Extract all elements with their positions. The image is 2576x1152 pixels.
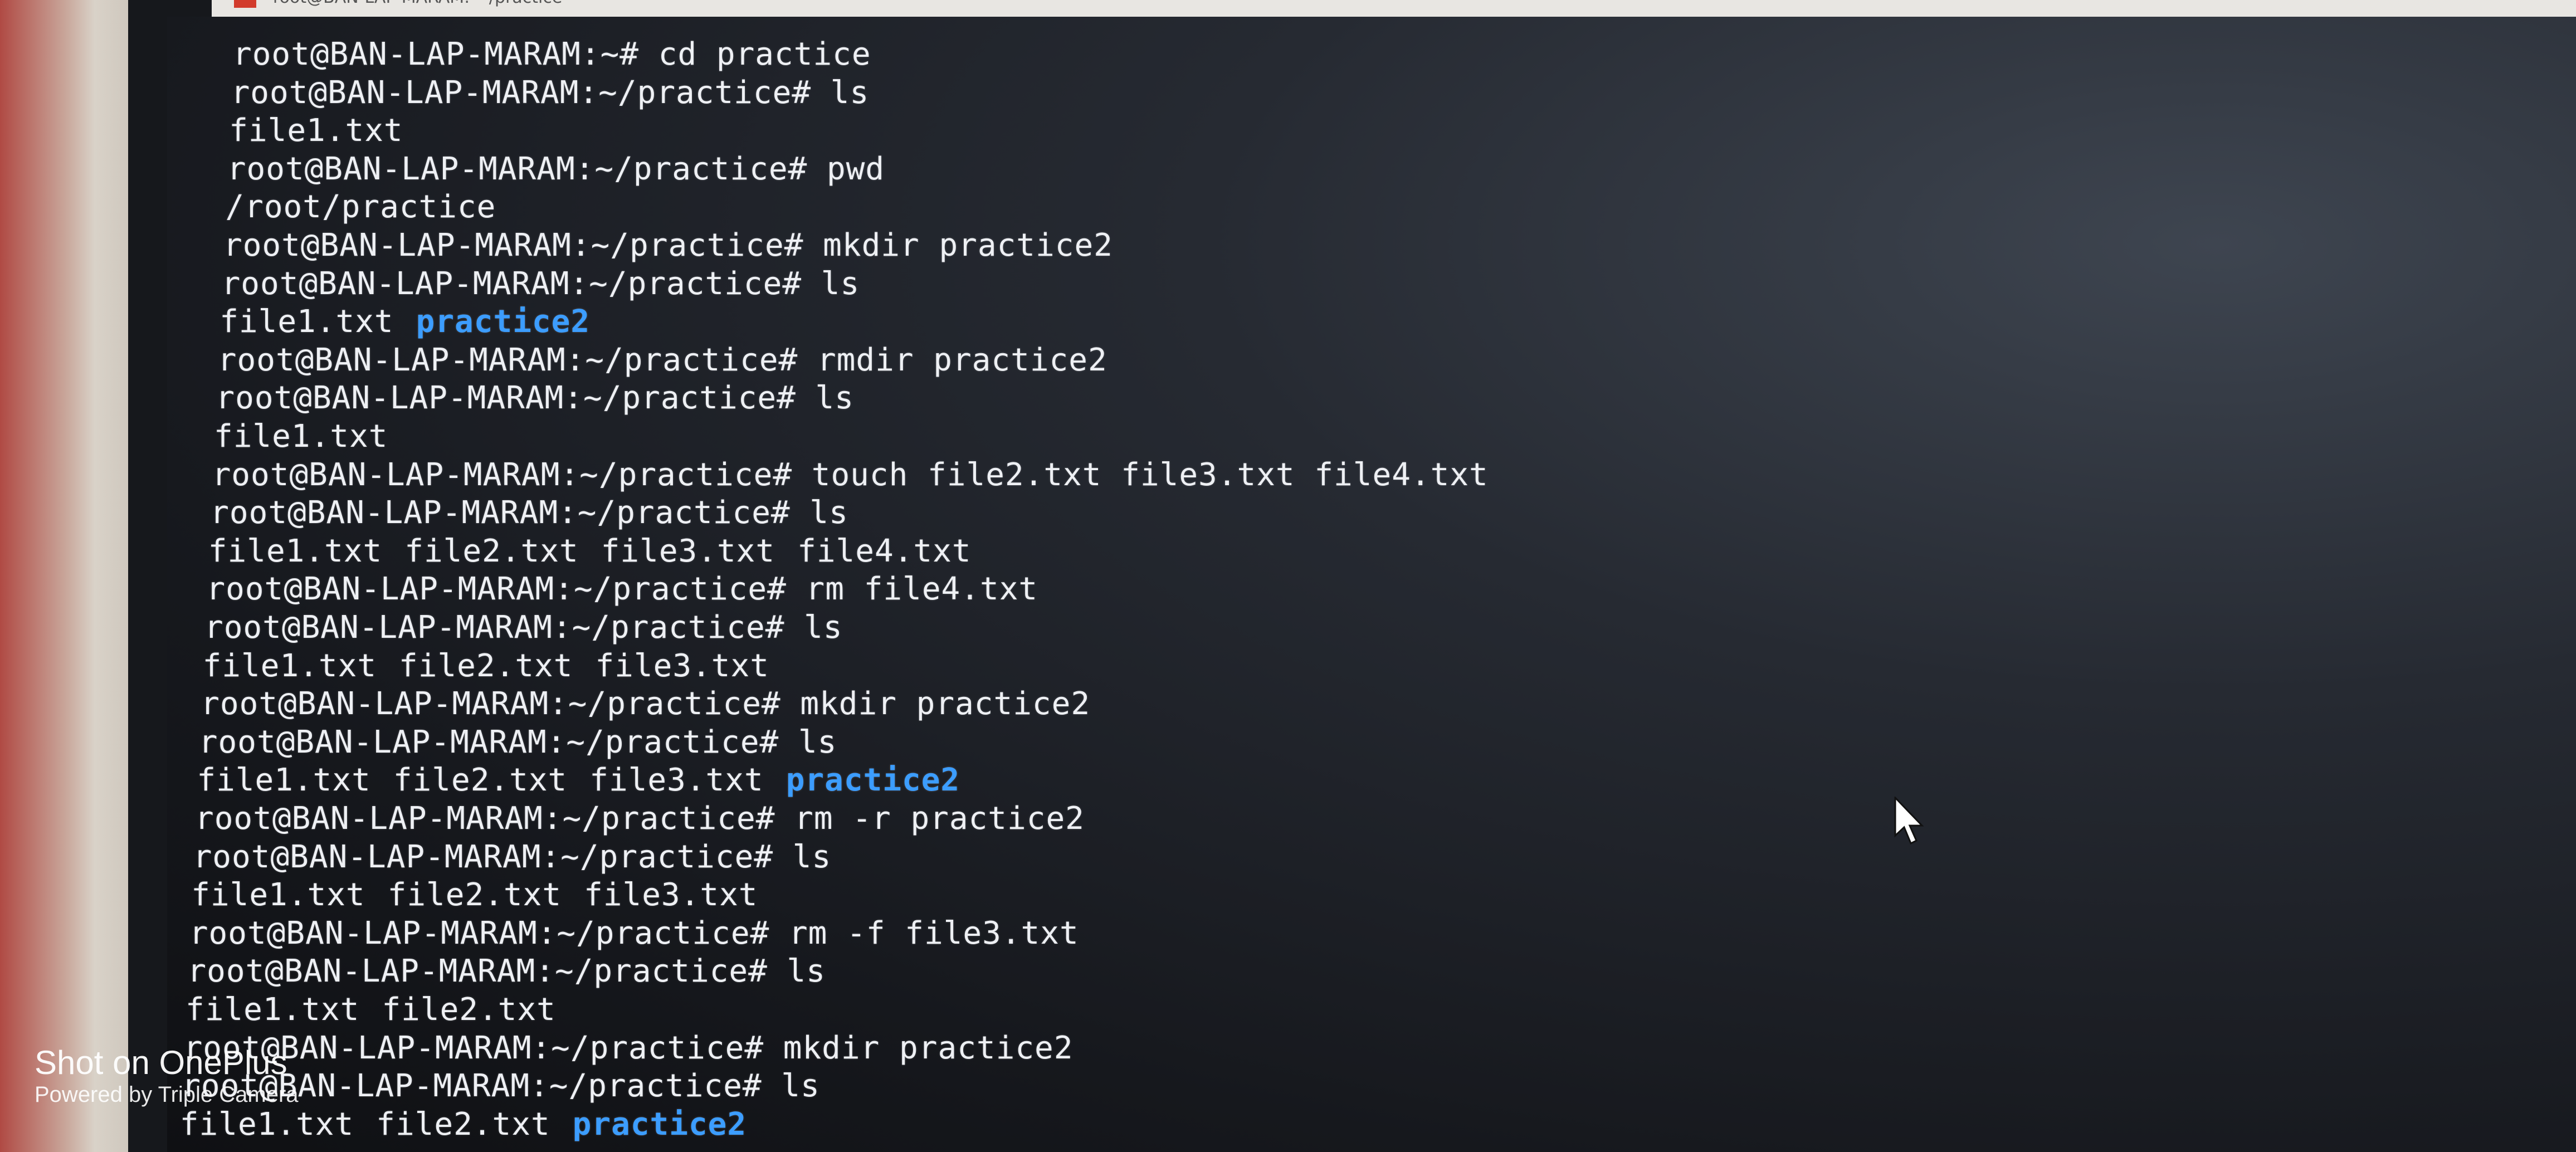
terminal-command-line: root@BAN-LAP-MARAM:~/practice# pwd (227, 150, 885, 187)
terminal-command-line: root@BAN-LAP-MARAM:~/practice# touch fil… (212, 456, 1489, 493)
directory-entry: practice2 (786, 762, 960, 799)
file-entry: file3.txt (595, 647, 769, 684)
file-entry: file3.txt (584, 877, 758, 914)
window-titlebar[interactable]: root@BAN-LAP-MARAM: ~/practice (212, 0, 2576, 17)
file-entry: file2.txt (404, 533, 579, 569)
terminal-command-line: root@BAN-LAP-MARAM:~/practice# rm -r pra… (195, 800, 1085, 837)
file-entry: file1.txt (214, 418, 388, 455)
terminal-command-line: root@BAN-LAP-MARAM:~/practice# ls (193, 838, 832, 875)
file-entry: file1.txt (191, 877, 365, 914)
file-entry: /root/practice (225, 189, 496, 226)
terminal-command-line: root@BAN-LAP-MARAM:~/practice# mkdir pra… (183, 1029, 1074, 1066)
file-entry: file3.txt (601, 533, 775, 569)
file-entry: file3.txt (589, 762, 764, 799)
file-entry: file2.txt (387, 877, 562, 914)
terminal-output: root@BAN-LAP-MARAM:~# cd practice root@BA… (167, 17, 2576, 1152)
terminal-output-line: file1.txt file2.txt file3.txt practice2 (197, 763, 960, 798)
terminal-output-line: /root/practice (225, 189, 496, 225)
terminal-command-line: root@BAN-LAP-MARAM:~# cd practice (233, 36, 871, 72)
file-entry: file1.txt (179, 1106, 354, 1143)
directory-entry: practice2 (416, 304, 591, 340)
file-entry: file1.txt (186, 992, 360, 1028)
terminal-output-line: file1.txt file2.txt practice2 (179, 1106, 747, 1143)
terminal-command-line: root@BAN-LAP-MARAM:~/practice# ls (187, 953, 826, 990)
terminal-command-line: root@BAN-LAP-MARAM:~/practice# ls (198, 724, 837, 760)
file-entry: file2.txt (376, 1106, 550, 1143)
terminal-command-line: root@BAN-LAP-MARAM:~/practice# ls (204, 609, 843, 646)
terminal-app-icon (234, 0, 256, 8)
terminal-output-line: file1.txt file2.txt file3.txt file4.txt (208, 533, 972, 569)
terminal-window[interactable]: root@BAN-LAP-MARAM:~# cd practice root@BA… (167, 17, 2576, 1152)
camera-watermark: Shot on OnePlus Powered by Triple Camera (35, 1044, 299, 1108)
terminal-command-line: root@BAN-LAP-MARAM:~/practice# ls (221, 265, 860, 302)
terminal-output-line: file1.txt file2.txt file3.txt (203, 648, 769, 684)
file-entry: file1.txt (208, 533, 383, 569)
terminal-command-line: root@BAN-LAP-MARAM:~/practice# mkdir pra… (201, 686, 1091, 723)
directory-entry: practice2 (572, 1106, 747, 1143)
terminal-command-line: root@BAN-LAP-MARAM:~/practice# mkdir pra… (223, 227, 1113, 263)
terminal-output-line: file1.txt file2.txt (186, 992, 556, 1028)
terminal-command-line: root@BAN-LAP-MARAM:~/practice# rm file4.… (206, 571, 1038, 608)
file-entry: file1.txt (219, 304, 394, 340)
file-entry: file1.txt (197, 762, 371, 799)
file-entry: file1.txt (202, 647, 377, 684)
file-entry: file2.txt (393, 762, 568, 799)
file-entry: file4.txt (797, 533, 972, 569)
terminal-command-line: root@BAN-LAP-MARAM:~/practice# ls (231, 74, 870, 111)
file-entry: file2.txt (382, 992, 556, 1028)
terminal-output-line: file1.txt (229, 113, 403, 149)
watermark-title: Shot on OnePlus (35, 1044, 287, 1081)
watermark-subtitle: Powered by Triple Camera (35, 1082, 299, 1107)
file-entry: file2.txt (399, 647, 573, 684)
terminal-command-line: root@BAN-LAP-MARAM:~/practice# ls (216, 380, 854, 417)
terminal-command-line: root@BAN-LAP-MARAM:~/practice# rm -f fil… (189, 915, 1079, 951)
terminal-output-line: file1.txt file2.txt file3.txt (191, 877, 758, 913)
window-title: root@BAN-LAP-MARAM: ~/practice (273, 0, 562, 7)
terminal-output-line: file1.txt practice2 (219, 304, 590, 340)
terminal-output-line: file1.txt (214, 419, 388, 455)
terminal-command-line: root@BAN-LAP-MARAM:~/practice# ls (210, 495, 848, 531)
terminal-command-line: root@BAN-LAP-MARAM:~/practice# rmdir pra… (217, 341, 1108, 378)
file-entry: file1.txt (229, 113, 403, 149)
